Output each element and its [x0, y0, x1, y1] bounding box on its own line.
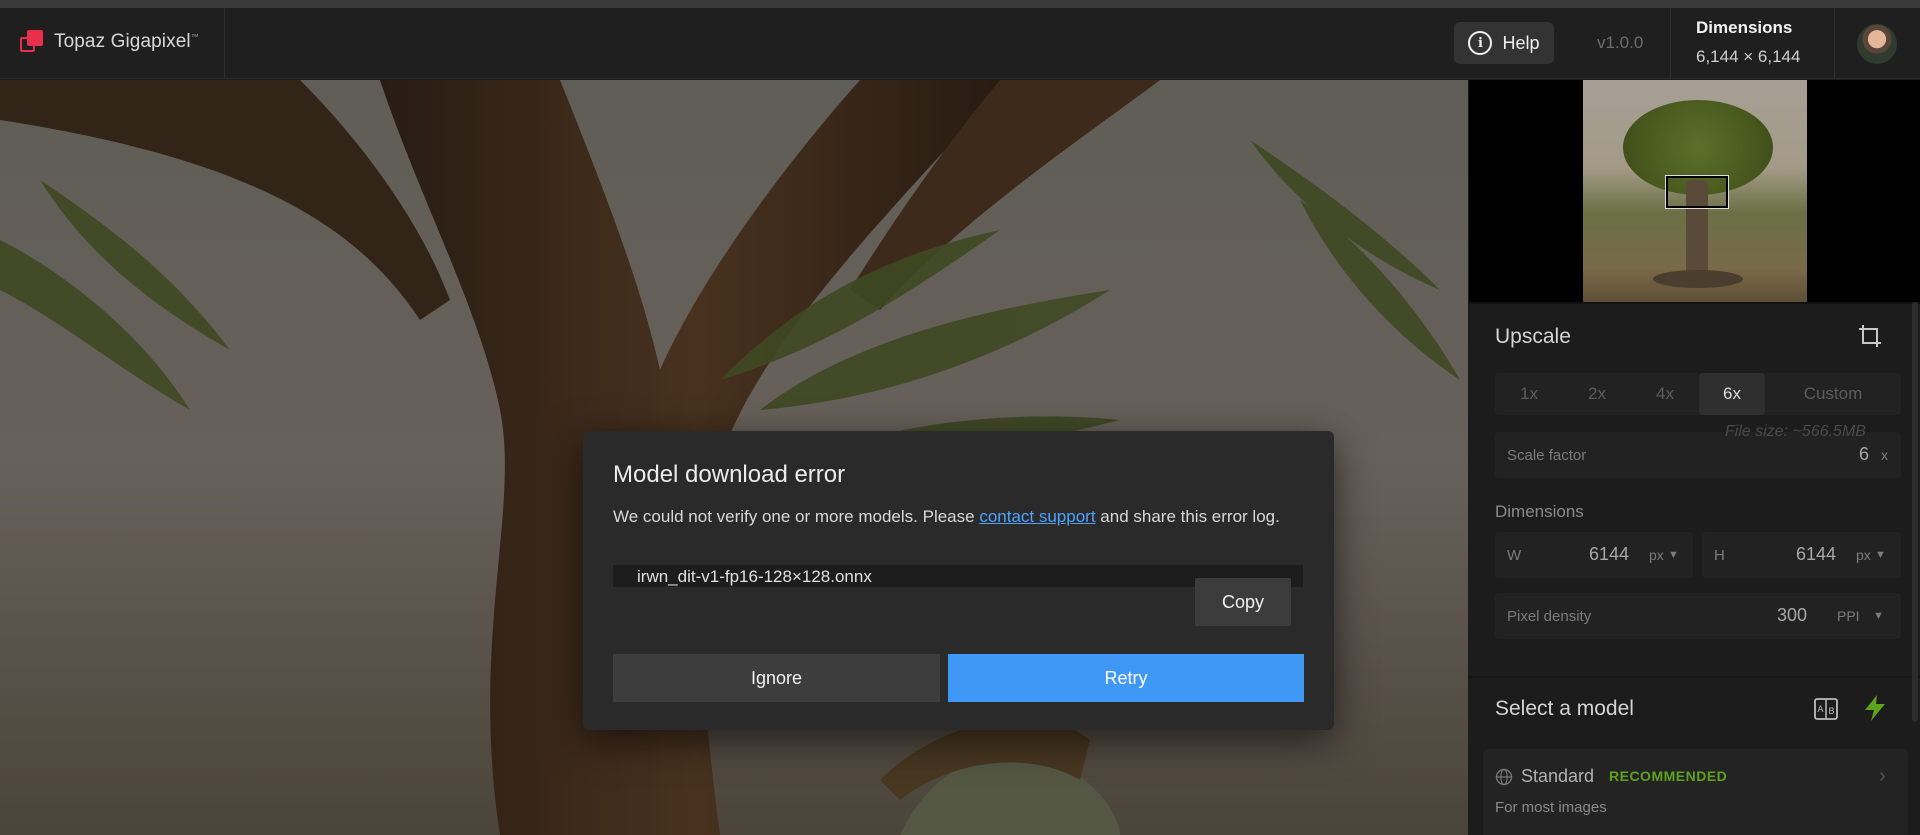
select-model-title: Select a model — [1495, 697, 1634, 720]
pixel-density-label: Pixel density — [1507, 608, 1592, 625]
width-label: W — [1507, 547, 1522, 564]
pixel-density-unit: PPI — [1837, 608, 1860, 624]
help-label: Help — [1502, 32, 1540, 53]
error-log-line: irwn_dit-v1-fp16-128×128.onnx — [637, 567, 872, 586]
scale-option-2x[interactable]: 2x — [1563, 373, 1631, 415]
model-item-standard[interactable]: Standard RECOMMENDED For most images › — [1483, 749, 1908, 835]
width-unit: px — [1649, 547, 1664, 563]
settings-panel: Upscale 1x 2x 4x 6x Custom Scale factor … — [1469, 80, 1920, 835]
height-label: H — [1714, 547, 1725, 564]
scale-option-4x[interactable]: 4x — [1631, 373, 1699, 415]
width-unit-caret-icon[interactable]: ▼ — [1668, 549, 1679, 561]
chevron-right-icon: › — [1879, 765, 1886, 787]
scale-factor-label: Scale factor — [1507, 447, 1587, 464]
pixel-density-caret-icon[interactable]: ▼ — [1873, 610, 1884, 622]
navigator-thumbnail[interactable] — [1583, 80, 1807, 302]
dialog-title: Model download error — [613, 461, 846, 488]
user-avatar[interactable] — [1857, 24, 1897, 64]
copy-button[interactable]: Copy — [1195, 578, 1291, 626]
header-divider — [224, 8, 225, 79]
recommended-badge: RECOMMENDED — [1609, 768, 1728, 784]
help-button[interactable]: i Help — [1454, 22, 1554, 64]
contact-support-link[interactable]: contact support — [979, 507, 1095, 526]
file-size-estimate: File size: ~566.5MB — [1725, 423, 1866, 440]
app-name-text: Topaz Gigapixel — [54, 31, 191, 52]
app-logo: Topaz Gigapixel™ — [20, 30, 199, 54]
svg-text:B: B — [1828, 707, 1834, 717]
compare-ab-icon[interactable]: A B — [1813, 696, 1839, 722]
model-description: For most images — [1495, 799, 1607, 816]
navigator — [1469, 80, 1920, 302]
thumbnail-roots — [1653, 270, 1743, 288]
dialog-message-part: and share this error log. — [1095, 507, 1280, 526]
ignore-button[interactable]: Ignore — [613, 654, 940, 702]
scale-factor-value: 6 — [1859, 444, 1870, 464]
crop-icon[interactable] — [1857, 323, 1883, 349]
width-value: 6144 — [1589, 544, 1630, 564]
height-value: 6144 — [1796, 544, 1837, 564]
info-icon: i — [1468, 31, 1493, 55]
topaz-logo-icon — [20, 30, 44, 54]
scale-factor-unit: x — [1881, 447, 1888, 463]
scale-option-custom[interactable]: Custom — [1765, 373, 1901, 415]
retry-button[interactable]: Retry — [948, 654, 1304, 702]
svg-text:A: A — [1817, 705, 1824, 715]
navigator-viewport-box[interactable] — [1665, 175, 1729, 209]
top-bar: Topaz Gigapixel™ i Help v1.0.0 Dimension… — [0, 8, 1920, 79]
bolt-icon[interactable] — [1862, 694, 1888, 722]
panel-divider — [1469, 302, 1920, 304]
pixel-density-value: 300 — [1777, 605, 1808, 625]
model-download-error-dialog: Model download error We could not verify… — [583, 431, 1334, 730]
window-top-strip — [0, 0, 1920, 8]
dimensions-value: 6,144 × 6,144 — [1696, 47, 1801, 66]
output-dimensions: Dimensions 6,144 × 6,144 — [1696, 18, 1800, 67]
height-unit-caret-icon[interactable]: ▼ — [1875, 549, 1886, 561]
dimensions-label: Dimensions — [1696, 18, 1793, 37]
version-label: v1.0.0 — [1597, 33, 1644, 52]
dimensions-section-title: Dimensions — [1495, 502, 1584, 521]
upscale-title: Upscale — [1495, 325, 1571, 348]
trademark-mark: ™ — [190, 32, 199, 42]
scale-option-6x[interactable]: 6x — [1699, 373, 1765, 415]
width-field[interactable]: W 6144 px ▼ — [1495, 532, 1693, 578]
scale-options: 1x 2x 4x 6x Custom — [1495, 373, 1901, 415]
dialog-message-part: We could not verify one or more models. … — [613, 507, 980, 526]
globe-icon — [1495, 768, 1513, 786]
scale-option-1x[interactable]: 1x — [1495, 373, 1563, 415]
header-divider — [1670, 8, 1671, 79]
header-divider — [1834, 8, 1835, 79]
panel-scrollbar[interactable] — [1912, 302, 1918, 722]
panel-divider — [1469, 676, 1920, 678]
pixel-density-field[interactable]: Pixel density 300 PPI ▼ — [1495, 593, 1901, 639]
height-unit: px — [1856, 547, 1871, 563]
dialog-message: We could not verify one or more models. … — [613, 506, 1313, 528]
app-name: Topaz Gigapixel™ — [54, 31, 199, 53]
height-field[interactable]: H 6144 px ▼ — [1702, 532, 1901, 578]
model-name: Standard — [1521, 766, 1595, 786]
